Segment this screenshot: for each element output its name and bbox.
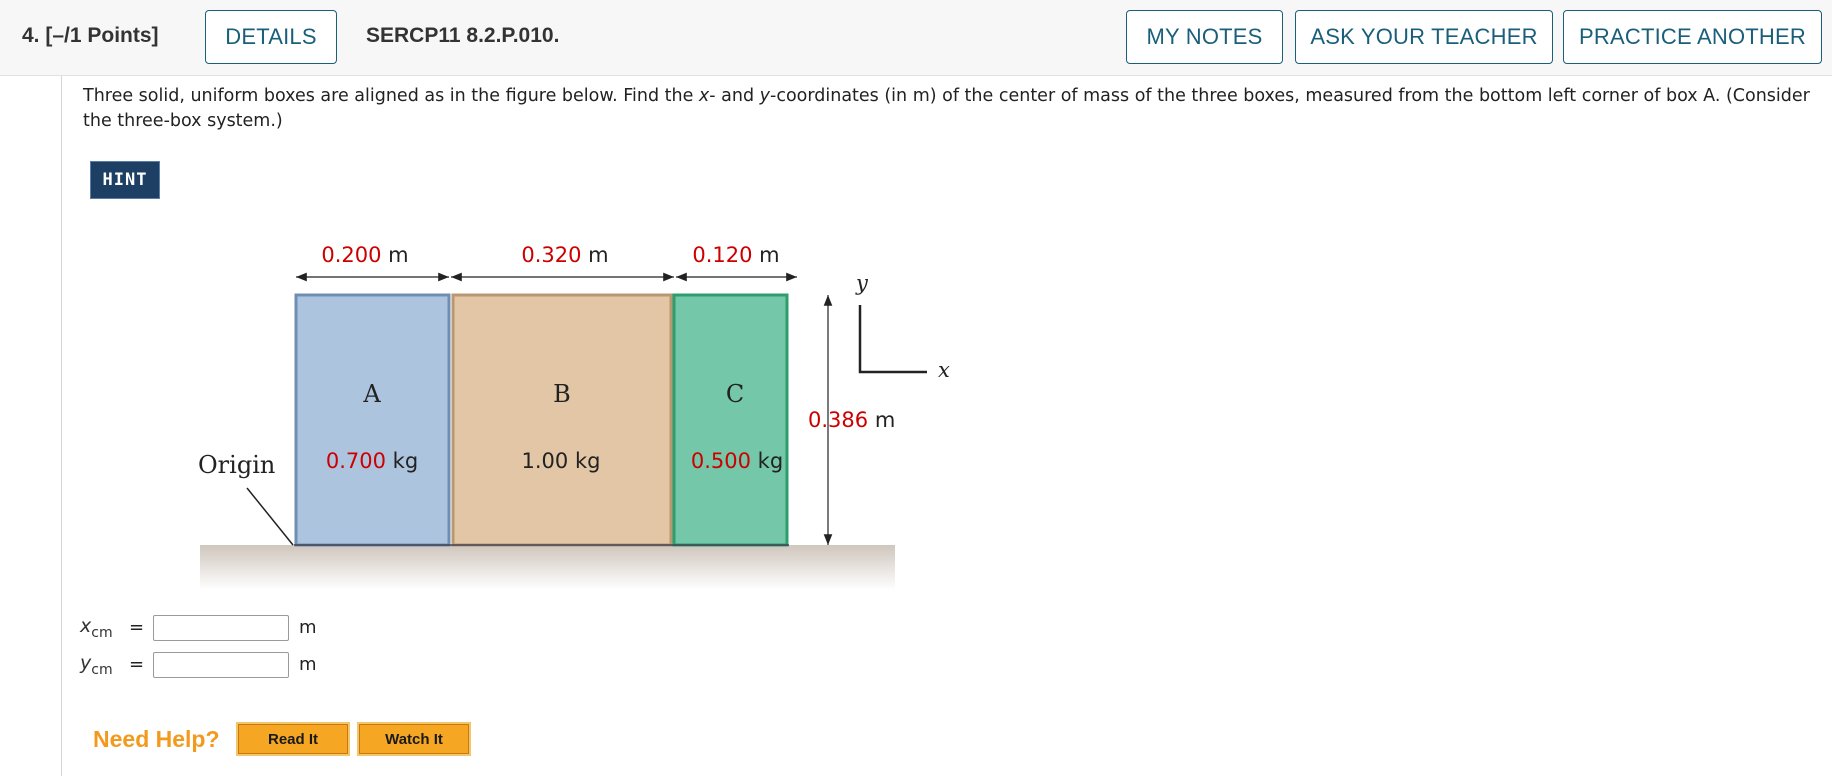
ask-your-teacher-button[interactable]: ASK YOUR TEACHER xyxy=(1295,10,1553,64)
box-c xyxy=(672,293,789,547)
question-header: 4. [–/1 Points] DETAILS SERCP11 8.2.P.01… xyxy=(0,0,1832,76)
var-y: y xyxy=(759,86,771,106)
height-label: 0.386 m xyxy=(808,408,895,432)
xy-axes-icon xyxy=(858,305,927,374)
axis-x-label: x xyxy=(938,358,950,382)
box-a xyxy=(294,293,451,547)
need-help-label: Need Help? xyxy=(93,726,220,752)
xcm-input[interactable] xyxy=(153,615,289,641)
hint-button[interactable]: HINT xyxy=(90,161,160,199)
width-label-c: 0.120 m xyxy=(692,243,779,267)
ycm-input[interactable] xyxy=(153,652,289,678)
var-x: x xyxy=(698,86,710,106)
box-b-mass: 1.00 kg xyxy=(522,449,601,473)
ycm-unit: m xyxy=(299,654,317,675)
box-a-label: A xyxy=(362,380,381,408)
my-notes-button[interactable]: MY NOTES xyxy=(1126,10,1283,64)
boxes-figure: 0.200 m 0.320 m 0.120 m 0.386 m A B C 0.… xyxy=(198,243,950,590)
box-c-mass: 0.500 kg xyxy=(691,449,783,473)
box-b xyxy=(451,293,673,547)
points-label: [–/1 Points] xyxy=(45,24,159,47)
question-number-points: 4. [–/1 Points] xyxy=(22,24,159,48)
equals-sign: = xyxy=(129,617,145,638)
origin-label: Origin xyxy=(198,451,275,479)
question-text: Three solid, uniform boxes are aligned a… xyxy=(83,86,1810,131)
width-label-a: 0.200 m xyxy=(321,243,408,267)
ground xyxy=(200,545,895,590)
details-button[interactable]: DETAILS xyxy=(205,10,337,64)
watch-it-button[interactable]: Watch It xyxy=(357,722,471,756)
equals-sign: = xyxy=(129,654,145,675)
box-c-label: C xyxy=(726,380,744,408)
xcm-label: xcm xyxy=(80,615,113,641)
axis-y-label: y xyxy=(855,271,869,295)
xcm-unit: m xyxy=(299,617,317,638)
box-b-label: B xyxy=(553,380,571,408)
problem-code: SERCP11 8.2.P.010. xyxy=(366,24,560,47)
box-a-mass: 0.700 kg xyxy=(326,449,418,473)
practice-another-button[interactable]: PRACTICE ANOTHER xyxy=(1563,10,1822,64)
question-number: 4. xyxy=(22,24,40,47)
origin-pointer xyxy=(246,487,294,546)
read-it-button[interactable]: Read It xyxy=(236,722,350,756)
left-divider xyxy=(61,76,62,776)
ycm-label: ycm xyxy=(80,652,113,678)
width-label-b: 0.320 m xyxy=(521,243,608,267)
